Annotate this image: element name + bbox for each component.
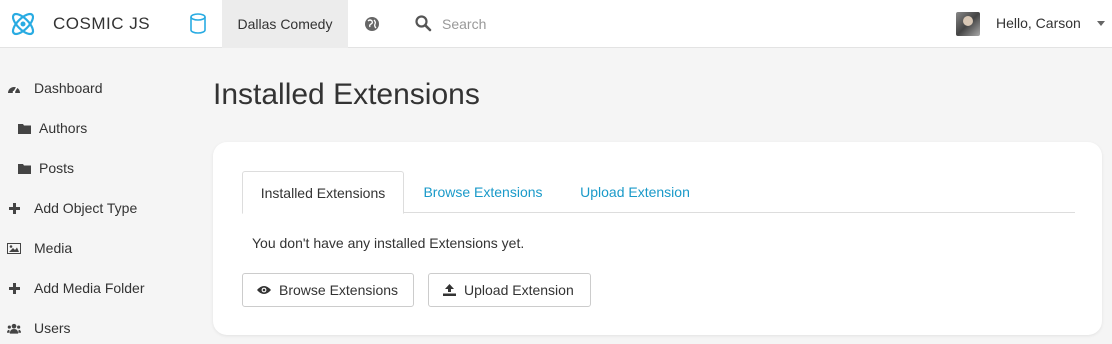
sidebar-item-label: Authors xyxy=(39,120,88,136)
browse-extensions-label: Browse Extensions xyxy=(279,282,399,298)
sidebar-item-dashboard[interactable]: Dashboard xyxy=(0,68,190,108)
sidebar-item-label: Users xyxy=(34,320,71,336)
upload-extension-button[interactable]: Upload Extension xyxy=(428,273,591,307)
sidebar-item-label: Dashboard xyxy=(34,80,103,96)
tab-upload-extension[interactable]: Upload Extension xyxy=(570,171,700,213)
page-title: Installed Extensions xyxy=(213,78,480,111)
extension-tabs: Installed Extensions Browse Extensions U… xyxy=(242,171,1075,214)
sidebar-item-posts[interactable]: Posts xyxy=(0,148,190,188)
user-greeting[interactable]: Hello, Carson xyxy=(996,15,1081,31)
sidebar-item-users[interactable]: Users xyxy=(0,308,190,344)
cosmic-atom-icon xyxy=(11,12,35,36)
sidebar: Dashboard Authors Posts Add Object Type … xyxy=(0,48,190,344)
empty-state-message: You don't have any installed Extensions … xyxy=(252,235,525,251)
dashboard-icon xyxy=(7,81,21,95)
browse-extensions-button[interactable]: Browse Extensions xyxy=(242,273,414,307)
plus-icon xyxy=(7,201,21,215)
sidebar-item-label: Media xyxy=(34,240,73,256)
sidebar-item-authors[interactable]: Authors xyxy=(0,108,190,148)
folder-icon xyxy=(17,121,31,135)
globe-icon[interactable] xyxy=(363,15,381,33)
tab-installed-extensions[interactable]: Installed Extensions xyxy=(242,171,404,214)
extensions-panel: Installed Extensions Browse Extensions U… xyxy=(213,142,1102,335)
top-navbar: COSMIC JS Dallas Comedy Hello, Carson xyxy=(0,0,1112,48)
sidebar-item-label: Add Media Folder xyxy=(34,280,145,296)
search-input[interactable] xyxy=(442,12,642,36)
brand-name: COSMIC JS xyxy=(53,14,151,33)
sidebar-item-media[interactable]: Media xyxy=(0,228,190,268)
brand-logo[interactable]: COSMIC JS xyxy=(8,8,150,40)
image-icon xyxy=(7,241,21,255)
plus-icon xyxy=(7,281,21,295)
sidebar-item-add-object-type[interactable]: Add Object Type xyxy=(0,188,190,228)
folder-icon xyxy=(17,161,31,175)
sidebar-item-label: Add Object Type xyxy=(34,200,138,216)
chevron-down-icon[interactable] xyxy=(1097,21,1105,26)
sidebar-item-add-media-folder[interactable]: Add Media Folder xyxy=(0,268,190,308)
search-icon xyxy=(415,15,432,32)
database-icon[interactable] xyxy=(188,13,208,35)
upload-extension-label: Upload Extension xyxy=(464,282,574,298)
users-icon xyxy=(7,321,21,335)
tab-browse-extensions[interactable]: Browse Extensions xyxy=(413,171,553,213)
eye-icon xyxy=(257,286,271,294)
upload-icon xyxy=(443,284,456,296)
avatar[interactable] xyxy=(956,12,980,36)
sidebar-item-label: Posts xyxy=(39,160,75,176)
bucket-selector[interactable]: Dallas Comedy xyxy=(222,0,348,48)
